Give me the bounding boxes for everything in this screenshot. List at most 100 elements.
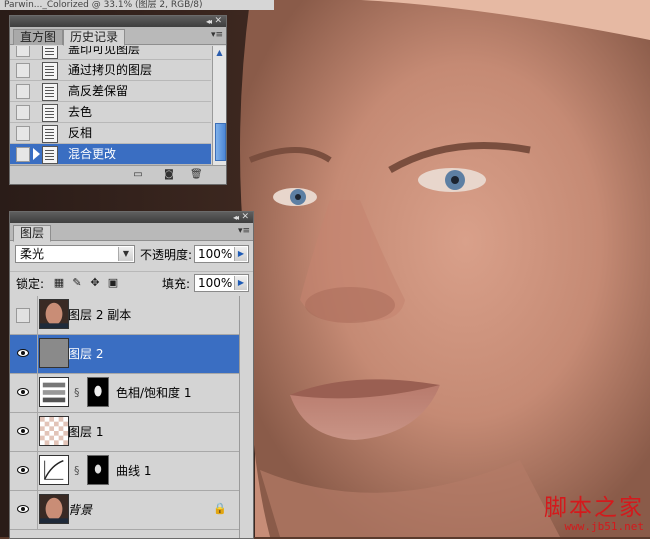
lock-label: 锁定: <box>16 277 45 291</box>
layer-row[interactable]: § 曲线 1 <box>10 452 239 491</box>
link-icon[interactable]: § <box>74 464 80 477</box>
visibility-cell[interactable] <box>10 335 38 373</box>
watermark: 脚本之家 www.jb51.net <box>544 495 644 533</box>
visibility-off-box[interactable] <box>16 308 30 323</box>
history-item[interactable]: 去色 <box>10 102 211 123</box>
panel-menu-icon[interactable]: ▾≡ <box>211 30 223 40</box>
layer-row-selected[interactable]: 图层 2 <box>10 335 239 374</box>
watermark-url: www.jb51.net <box>564 520 644 533</box>
eye-icon[interactable] <box>17 505 29 513</box>
history-state-icon <box>42 62 58 80</box>
tab-history[interactable]: 历史记录 <box>63 29 126 46</box>
curves-adjustment-icon <box>39 455 69 485</box>
scroll-thumb[interactable] <box>215 123 226 161</box>
current-state-marker-icon <box>33 148 40 160</box>
tab-histogram[interactable]: 直方图 <box>13 29 64 45</box>
layer-name[interactable]: 曲线 1 <box>116 463 151 479</box>
layer-mask-thumbnail <box>87 455 109 485</box>
close-icon[interactable]: ✕ <box>214 16 222 27</box>
history-item-label: 盖印可见图层 <box>68 46 141 56</box>
fill-value: 100% <box>198 276 233 290</box>
history-state-icon <box>42 46 58 59</box>
history-brush-source-checkbox[interactable] <box>16 105 30 120</box>
chevron-right-icon[interactable]: ▶ <box>234 276 247 290</box>
layer-name[interactable]: 背景 <box>68 502 92 518</box>
layer-row[interactable]: § 色相/饱和度 1 <box>10 374 239 413</box>
close-icon[interactable]: ✕ <box>241 212 249 223</box>
eye-icon[interactable] <box>17 466 29 474</box>
history-brush-source-checkbox[interactable] <box>16 84 30 99</box>
history-scrollbar[interactable]: ▲ ▼ <box>212 46 226 179</box>
layer-name[interactable]: 图层 2 副本 <box>68 307 131 323</box>
history-item[interactable]: 高反差保留 <box>10 81 211 102</box>
delete-state-icon[interactable]: 🗑 <box>190 169 203 180</box>
panel-titlebar[interactable]: ◂◂ ✕ <box>10 212 253 223</box>
opacity-field[interactable]: 100% ▶ <box>194 245 249 263</box>
layer-row[interactable]: 图层 2 副本 <box>10 296 239 335</box>
link-icon[interactable]: § <box>74 386 80 399</box>
history-brush-source-checkbox[interactable] <box>16 126 30 141</box>
new-document-from-state-icon[interactable]: ▭ <box>132 169 144 180</box>
panel-titlebar[interactable]: ◂◂ ✕ <box>10 16 226 27</box>
history-state-icon <box>42 146 58 164</box>
history-state-icon <box>42 125 58 143</box>
document-title: Parwin..._Colorized @ 33.1% (图层 2, RGB/8… <box>0 0 274 10</box>
tab-layers[interactable]: 图层 <box>13 225 52 242</box>
visibility-cell[interactable] <box>10 374 38 412</box>
visibility-cell[interactable] <box>10 296 38 334</box>
history-panel: ◂◂ ✕ 直方图 历史记录 ▾≡ 盖印可见图层 通过拷贝的图层 高反差保留 去色 <box>9 15 227 185</box>
fill-label: 填充: <box>162 277 191 291</box>
history-item-label: 反相 <box>68 126 93 140</box>
fill-field[interactable]: 100% ▶ <box>194 274 249 292</box>
history-item-label: 高反差保留 <box>68 84 129 98</box>
layer-name[interactable]: 图层 1 <box>68 424 103 440</box>
history-item[interactable]: 盖印可见图层 <box>10 46 211 60</box>
layers-scrollbar[interactable] <box>239 296 253 538</box>
history-brush-source-checkbox[interactable] <box>16 46 30 57</box>
panel-menu-icon[interactable]: ▾≡ <box>238 226 250 236</box>
hue-saturation-adjustment-icon <box>39 377 69 407</box>
layer-name[interactable]: 色相/饱和度 1 <box>116 385 192 401</box>
history-state-icon <box>42 83 58 101</box>
lock-transparent-pixels-icon[interactable]: ▦ <box>53 277 65 289</box>
layers-panel: ◂◂ ✕ 图层 ▾≡ 柔光 ▼ 不透明度: 100% ▶ 锁定: ▦ ✎ ✥ ▣… <box>9 211 254 539</box>
collapse-icon[interactable]: ◂◂ <box>233 212 239 223</box>
visibility-cell[interactable] <box>10 413 38 451</box>
new-snapshot-icon[interactable]: ◙ <box>163 169 175 180</box>
layer-thumbnail <box>39 494 69 524</box>
chevron-down-icon[interactable]: ▼ <box>118 247 133 261</box>
history-item[interactable]: 反相 <box>10 123 211 144</box>
history-item-label: 混合更改 <box>68 147 117 161</box>
layer-thumbnail <box>39 299 69 329</box>
layer-name[interactable]: 图层 2 <box>68 346 103 362</box>
history-tabs: 直方图 历史记录 ▾≡ <box>10 27 226 46</box>
scroll-up-icon[interactable]: ▲ <box>215 48 224 57</box>
history-item-label: 去色 <box>68 105 93 119</box>
visibility-cell[interactable] <box>10 452 38 490</box>
history-list: 盖印可见图层 通过拷贝的图层 高反差保留 去色 反相 混合更改 <box>10 46 211 179</box>
layer-row[interactable]: 背景 🔒 <box>10 491 239 530</box>
blend-mode-select[interactable]: 柔光 ▼ <box>15 245 135 263</box>
history-item-selected[interactable]: 混合更改 <box>10 144 211 165</box>
lock-all-icon[interactable]: ▣ <box>107 277 119 289</box>
lock-image-pixels-icon[interactable]: ✎ <box>71 277 83 289</box>
lock-position-icon[interactable]: ✥ <box>89 277 101 289</box>
eye-icon[interactable] <box>17 388 29 396</box>
layer-list: 图层 2 副本 图层 2 § 色相/饱和度 1 图层 1 § 曲线 1 背景 🔒 <box>10 296 239 538</box>
visibility-cell[interactable] <box>10 491 38 529</box>
layer-thumbnail <box>39 338 69 368</box>
history-footer: ▭ ◙ 🗑 <box>10 165 226 184</box>
lock-icon: 🔒 <box>213 502 227 515</box>
history-brush-source-checkbox[interactable] <box>16 63 30 78</box>
collapse-icon[interactable]: ◂◂ <box>206 16 212 27</box>
eye-icon[interactable] <box>17 349 29 357</box>
history-item-label: 通过拷贝的图层 <box>68 63 153 77</box>
history-brush-source-checkbox[interactable] <box>16 147 30 162</box>
watermark-text: 脚本之家 <box>544 495 644 521</box>
layer-row[interactable]: 图层 1 <box>10 413 239 452</box>
chevron-right-icon[interactable]: ▶ <box>234 247 247 261</box>
history-state-icon <box>42 104 58 122</box>
blend-mode-value: 柔光 <box>20 247 45 261</box>
history-item[interactable]: 通过拷贝的图层 <box>10 60 211 81</box>
eye-icon[interactable] <box>17 427 29 435</box>
